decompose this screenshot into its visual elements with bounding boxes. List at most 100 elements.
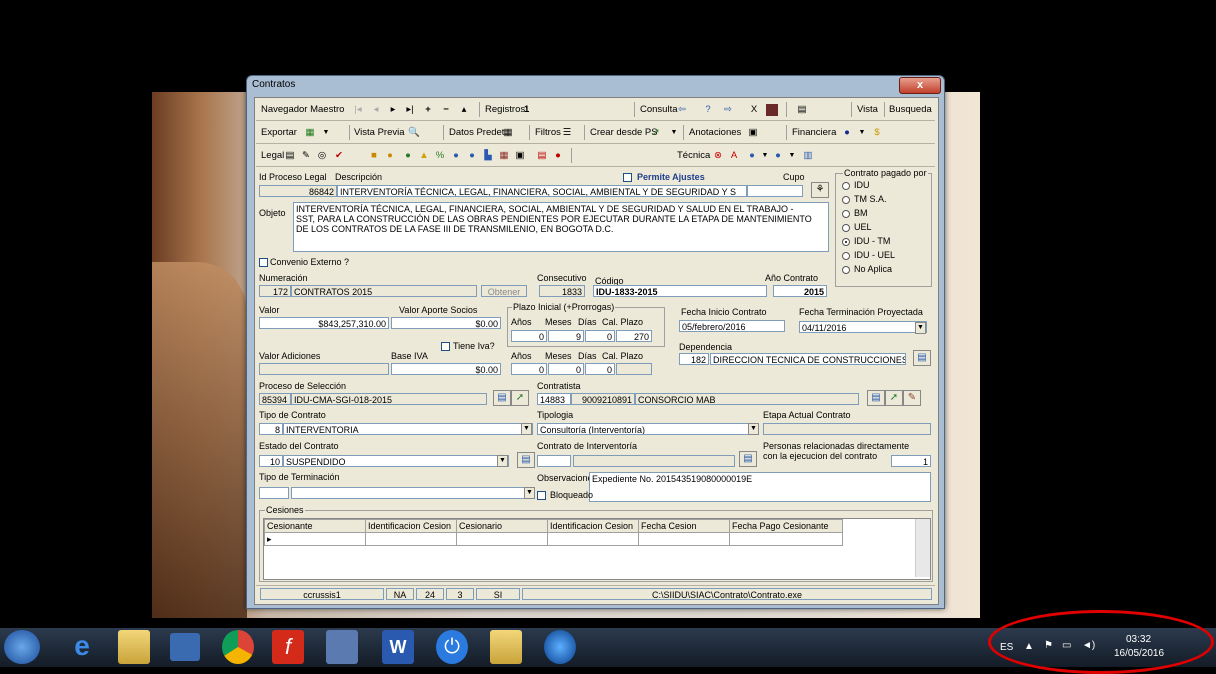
pagado-radio-5[interactable] [842, 252, 850, 260]
proceso-go-button[interactable]: ➚ [511, 390, 529, 406]
tipo-terminacion-select[interactable] [291, 487, 535, 499]
contrato-interventoria-id-field[interactable] [537, 455, 571, 467]
create-icon[interactable]: ➚ [650, 127, 662, 139]
cesiones-cell[interactable] [456, 532, 548, 546]
personas-field[interactable]: 1 [891, 455, 931, 467]
codigo-field[interactable]: IDU-1833-2015 [593, 285, 767, 297]
id-proceso-field[interactable]: 86842 [259, 185, 337, 197]
excel-icon[interactable]: ▦ [304, 127, 316, 139]
warning-icon[interactable]: ▲ [418, 150, 430, 162]
internet-explorer-icon[interactable]: e [64, 630, 100, 664]
tools-icon[interactable]: ● [402, 150, 414, 162]
chat-icon[interactable]: ✎ [300, 150, 312, 162]
valor-aporte-field[interactable]: $0.00 [391, 317, 501, 329]
add-record-icon[interactable]: + [422, 104, 434, 116]
last-record-icon[interactable]: ▸| [404, 104, 416, 116]
people-icon[interactable]: ● [466, 150, 478, 162]
cesiones-cell[interactable] [365, 532, 457, 546]
tipologia-select[interactable]: Consultoría (Interventoría) [537, 423, 759, 435]
proceso-seleccion-field[interactable]: IDU-CMA-SGI-018-2015 [291, 393, 487, 405]
fecha-inicio-field[interactable]: 05/febrero/2016 [679, 320, 785, 332]
check-icon[interactable]: ✔ [333, 150, 345, 162]
cesiones-column-header[interactable]: Identificacion Cesion [365, 519, 457, 533]
coin-icon[interactable]: $ [871, 127, 883, 139]
observaciones-field[interactable]: Expediente No. 201543519080000019E [589, 472, 931, 502]
contratista-nit-field[interactable]: 9009210891 [571, 393, 635, 405]
vista-button[interactable]: Vista [857, 104, 878, 115]
document-icon[interactable]: ▤ [284, 150, 296, 162]
globe-app-icon[interactable] [544, 630, 576, 664]
estado-number-field[interactable]: 10 [259, 455, 283, 467]
notes-icon[interactable]: ▣ [747, 127, 759, 139]
plazo-dias-field[interactable]: 0 [585, 330, 615, 342]
permite-ajustes-checkbox[interactable] [623, 173, 632, 182]
tipo-terminacion-number-field[interactable] [259, 487, 289, 499]
calc-icon[interactable]: ▣ [514, 150, 526, 162]
grid-icon[interactable]: ▦ [498, 150, 510, 162]
print-icon[interactable]: ▤ [796, 104, 808, 116]
media-player-icon[interactable] [170, 633, 200, 661]
prev-record-icon[interactable]: ◂ [370, 104, 382, 116]
plazo-anios-field[interactable]: 0 [511, 330, 547, 342]
first-record-icon[interactable]: |◂ [352, 104, 364, 116]
base-iva-field[interactable]: $0.00 [391, 363, 501, 375]
start-button[interactable] [4, 630, 40, 664]
folder-icon[interactable] [490, 630, 522, 664]
contratista-nombre-field[interactable]: CONSORCIO MAB [635, 393, 859, 405]
excel-export-icon[interactable]: X [748, 104, 760, 116]
close-button[interactable]: x [899, 77, 941, 94]
pagado-radio-4[interactable] [842, 238, 850, 246]
chevron-down-icon[interactable]: ▼ [759, 150, 771, 162]
anotaciones-button[interactable]: Anotaciones [689, 127, 741, 138]
folder-icon[interactable]: ■ [368, 150, 380, 162]
chevron-down-icon[interactable]: ▼ [856, 127, 868, 139]
cancel-icon[interactable]: ⊗ [712, 150, 724, 162]
next-record-icon[interactable]: ▸ [387, 104, 399, 116]
pagado-radio-1[interactable] [842, 196, 850, 204]
plazo-meses-field[interactable]: 9 [548, 330, 584, 342]
pagado-radio-0[interactable] [842, 182, 850, 190]
app-icon[interactable] [326, 630, 358, 664]
flash-icon[interactable]: f [272, 630, 304, 664]
chrome-icon[interactable] [222, 630, 254, 664]
cesiones-grid[interactable]: Cesionante Identificacion Cesion Cesionari… [263, 518, 931, 580]
estado-select[interactable]: SUSPENDIDO [283, 455, 509, 467]
preview-icon[interactable]: 🔍 [408, 127, 420, 139]
bloqueado-checkbox[interactable] [537, 491, 546, 500]
chevron-down-icon[interactable]: ▼ [668, 127, 680, 139]
filtros-button[interactable]: Filtros [535, 127, 561, 138]
fecha-terminacion-field[interactable]: 04/11/2016 [799, 321, 927, 333]
consulta-button[interactable]: Consulta [640, 104, 678, 115]
contrato-interventoria-field[interactable] [573, 455, 735, 467]
exportar-button[interactable]: Exportar [261, 127, 297, 138]
cesiones-cell[interactable] [547, 532, 639, 546]
pdf-icon[interactable]: ▤ [536, 150, 548, 162]
chart-icon[interactable]: ▙ [482, 150, 494, 162]
ad-anios-field[interactable]: 0 [511, 363, 547, 375]
cesiones-column-header[interactable]: Cesionario [456, 519, 548, 533]
descripcion-field[interactable]: INTERVENTORÍA TÉCNICA, LEGAL, FINANCIERA… [337, 185, 747, 197]
fecha-terminacion-dropdown[interactable]: ▼ [915, 322, 926, 334]
anio-contrato-field[interactable]: 2015 [773, 285, 827, 297]
contratista-lookup-button[interactable]: ▤ [867, 390, 885, 406]
cesiones-cell[interactable] [729, 532, 843, 546]
ad-dias-field[interactable]: 0 [585, 363, 615, 375]
tipo-contrato-dropdown[interactable]: ▼ [521, 423, 532, 435]
contratista-detail-button[interactable]: ✎ [903, 390, 921, 406]
back-arrow-icon[interactable]: ⇦ [676, 104, 688, 116]
estado-history-button[interactable]: ▤ [517, 452, 535, 468]
delete-record-icon[interactable]: − [440, 104, 452, 116]
tipo-contrato-number-field[interactable]: 8 [259, 423, 283, 435]
obtener-button[interactable]: Obtener [481, 285, 527, 297]
pagado-radio-3[interactable] [842, 224, 850, 232]
financiera-button[interactable]: Financiera [792, 127, 836, 138]
valor-field[interactable]: $843,257,310.00 [259, 317, 389, 329]
user-icon[interactable]: ● [384, 150, 396, 162]
file-explorer-icon[interactable] [118, 630, 150, 664]
contratista-id-field[interactable]: 14883 [537, 393, 571, 405]
valor-adiciones-field[interactable] [259, 363, 389, 375]
percent-icon[interactable]: % [434, 150, 446, 162]
datos-predet-button[interactable]: Datos Predet. [449, 127, 507, 138]
dependencia-lookup-button[interactable]: ▤ [913, 350, 931, 366]
title-bar[interactable]: Contratos [247, 76, 944, 94]
